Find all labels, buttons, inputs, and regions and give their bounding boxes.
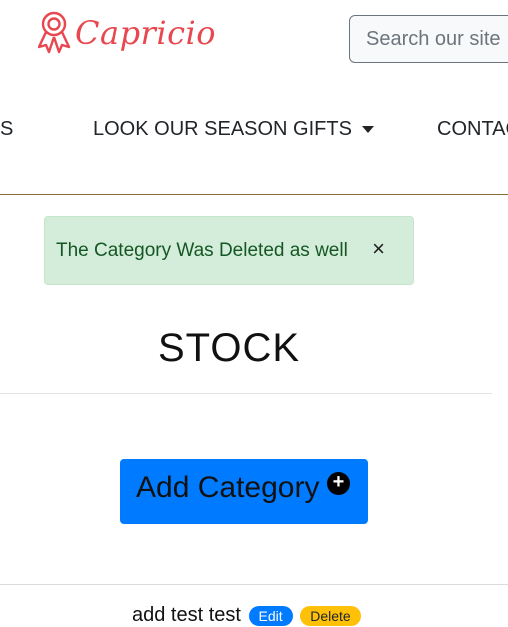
nav-item-label: LOOK OUR SEASON GIFTS bbox=[93, 118, 352, 140]
delete-button[interactable]: Delete bbox=[300, 605, 361, 626]
category-name: add test test bbox=[132, 604, 241, 626]
nav-item-partial[interactable]: S bbox=[0, 118, 13, 141]
search-input[interactable] bbox=[349, 15, 508, 63]
caret-down-icon bbox=[361, 126, 374, 134]
page-title: STOCK bbox=[157, 326, 301, 370]
nav-divider bbox=[0, 194, 508, 195]
plus-circle-icon: + bbox=[327, 472, 350, 495]
brand-name[interactable]: Capricio bbox=[75, 14, 216, 52]
edit-button[interactable]: Edit bbox=[248, 605, 293, 626]
nav-item-season-gifts[interactable]: LOOK OUR SEASON GIFTS bbox=[93, 118, 374, 141]
ribbon-award-icon bbox=[38, 11, 71, 54]
add-category-label: Add Category bbox=[136, 471, 320, 504]
success-alert: The Category Was Deleted as well × bbox=[44, 216, 414, 285]
close-icon[interactable]: × bbox=[372, 217, 385, 281]
title-divider bbox=[0, 393, 492, 394]
nav-item-contact[interactable]: CONTAC bbox=[437, 118, 508, 141]
main-nav: S LOOK OUR SEASON GIFTS CONTAC bbox=[0, 110, 508, 150]
list-item: add test test Edit Delete bbox=[132, 604, 361, 627]
alert-message: The Category Was Deleted as well bbox=[56, 240, 348, 261]
add-category-button[interactable]: Add Category + bbox=[120, 459, 368, 524]
list-divider bbox=[0, 584, 508, 585]
